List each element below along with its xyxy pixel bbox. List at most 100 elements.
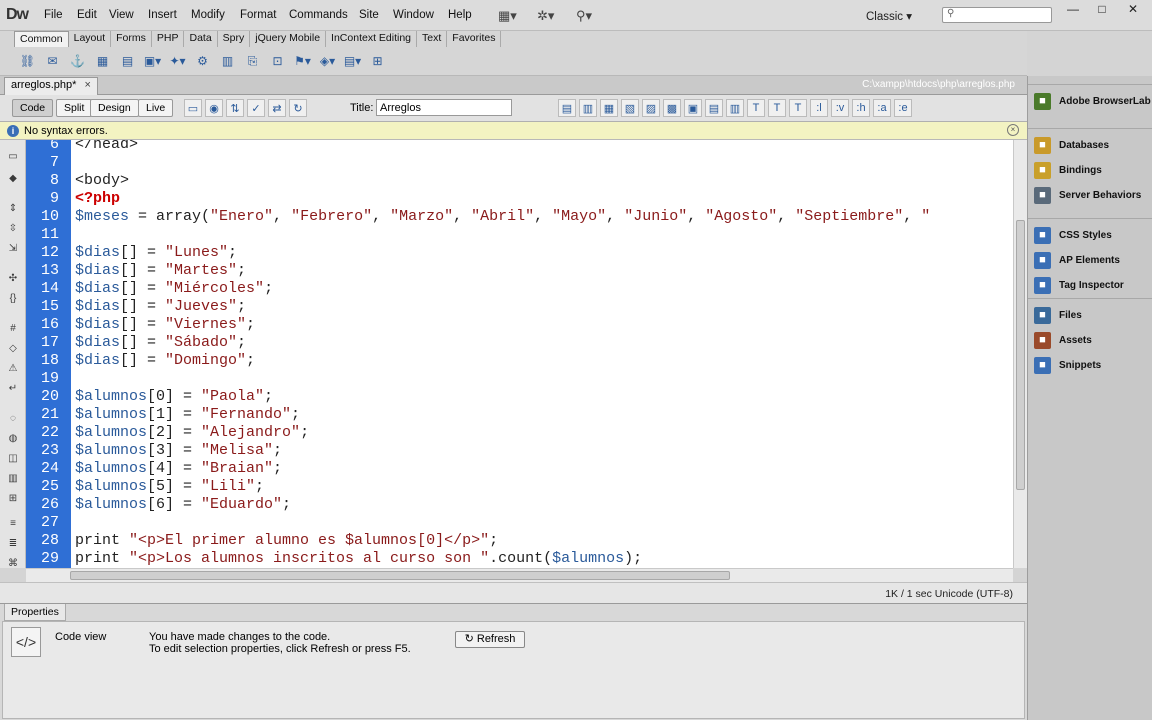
templates-icon[interactable]: ▤▾ <box>343 52 362 70</box>
multiscreen-icon[interactable]: ▭ <box>184 99 202 117</box>
panel-assets[interactable]: ■ Assets <box>1034 330 1092 350</box>
menu-help[interactable]: Help <box>448 9 472 21</box>
apply-comment-icon[interactable]: ◌ <box>4 410 22 426</box>
panel-css-styles[interactable]: ■ CSS Styles <box>1034 225 1112 245</box>
hyperlink-icon[interactable]: ⛓ <box>18 52 37 70</box>
horizontal-scroll-thumb[interactable] <box>70 571 730 580</box>
line-numbers-icon[interactable]: # <box>4 320 22 336</box>
search-input[interactable]: ⚲ <box>942 7 1052 23</box>
panel-server-behaviors[interactable]: ■ Server Behaviors <box>1034 185 1141 205</box>
panel-databases[interactable]: ■ Databases <box>1034 135 1109 155</box>
comment-icon[interactable]: ⊡ <box>268 52 287 70</box>
show-code-navigator-icon[interactable]: ▤ <box>558 99 576 117</box>
horizontal-scrollbar[interactable] <box>26 568 1013 582</box>
code-nav-e[interactable]: :e <box>894 99 912 117</box>
restore-button[interactable]: □ <box>1091 2 1113 18</box>
tab-php[interactable]: PHP <box>152 31 185 47</box>
tab-forms[interactable]: Forms <box>111 31 152 47</box>
code-line[interactable] <box>71 154 1013 172</box>
panel-adobe-browserlab[interactable]: ■ Adobe BrowserLab <box>1034 91 1151 111</box>
code-line[interactable]: $dias[] = "Lunes"; <box>71 244 1013 262</box>
div-icon[interactable]: ▤ <box>118 52 137 70</box>
tab-data[interactable]: Data <box>184 31 218 47</box>
properties-tab[interactable]: Properties <box>4 604 66 621</box>
panel-bindings[interactable]: ■ Bindings <box>1034 160 1102 180</box>
collapse-selection-icon[interactable]: ⇳ <box>4 220 22 236</box>
code-nav-l[interactable]: :l <box>810 99 828 117</box>
code-line[interactable]: $alumnos[2] = "Alejandro"; <box>71 424 1013 442</box>
code-nav-a[interactable]: :a <box>873 99 891 117</box>
code-line[interactable]: $alumnos[1] = "Fernando"; <box>71 406 1013 424</box>
code-line[interactable]: $dias[] = "Domingo"; <box>71 352 1013 370</box>
open-documents-icon[interactable]: ▥ <box>579 99 597 117</box>
recent-snippets-icon[interactable]: ▥ <box>4 470 22 486</box>
tab-incontext-editing[interactable]: InContext Editing <box>326 31 418 47</box>
show-code-navigator-icon[interactable]: ◆ <box>4 170 22 186</box>
email-link-icon[interactable]: ✉ <box>43 52 62 70</box>
preview-icon[interactable]: ◉ <box>205 99 223 117</box>
close-button[interactable]: ✕ <box>1122 2 1144 18</box>
media-icon[interactable]: ✦▾ <box>168 52 187 70</box>
select-parent-tag-icon[interactable]: ▩ <box>663 99 681 117</box>
menu-file[interactable]: File <box>44 9 63 21</box>
expand-all-icon[interactable]: ▨ <box>642 99 660 117</box>
syntax-error-alerts-icon[interactable]: ⚠ <box>4 360 22 376</box>
tag-chooser-icon[interactable]: ⊞ <box>368 52 387 70</box>
menu-edit[interactable]: Edit <box>77 9 97 21</box>
widget-icon[interactable]: ⚙ <box>193 52 212 70</box>
table-icon[interactable]: ▦ <box>93 52 112 70</box>
highlight-invalid-icon[interactable]: ▥ <box>726 99 744 117</box>
refresh-button[interactable]: ↻ Refresh <box>455 631 525 648</box>
code-line[interactable]: print "<p>El primer alumno es $alumnos[0… <box>71 532 1013 550</box>
code-view-button[interactable]: Code <box>12 99 54 117</box>
panel-snippets[interactable]: ■ Snippets <box>1034 355 1101 375</box>
code-line[interactable]: </head> <box>71 140 1013 154</box>
title-input[interactable] <box>376 99 512 116</box>
highlight-invalid-code-icon[interactable]: ◇ <box>4 340 22 356</box>
code-nav-h[interactable]: :h <box>852 99 870 117</box>
menu-commands[interactable]: Commands <box>289 9 348 21</box>
format-source-icon[interactable]: ⌘ <box>4 555 22 571</box>
live-view-button[interactable]: Live <box>138 99 174 117</box>
collapse-selection-icon[interactable]: ▧ <box>621 99 639 117</box>
layout-icon[interactable]: ▦▾ <box>498 8 517 24</box>
code-line[interactable] <box>71 226 1013 244</box>
code-line[interactable]: $dias[] = "Jueves"; <box>71 298 1013 316</box>
indent-code-icon[interactable]: ≡ <box>4 515 22 531</box>
panel-tag-inspector[interactable]: ■ Tag Inspector <box>1034 275 1124 295</box>
tab-jquery-mobile[interactable]: jQuery Mobile <box>250 31 327 47</box>
script-icon[interactable]: ◈▾ <box>318 52 337 70</box>
workspace-switcher[interactable]: Classic ▾ <box>866 9 912 23</box>
menu-format[interactable]: Format <box>240 9 276 21</box>
code-editor[interactable]: </head> <body> <?php $meses = array("Enero"… <box>71 140 1013 568</box>
vertical-scrollbar[interactable] <box>1013 140 1027 568</box>
collapse-full-tag-icon[interactable]: ⇕ <box>4 200 22 216</box>
text-indent-icon[interactable]: T <box>768 99 786 117</box>
code-line[interactable]: $alumnos[6] = "Eduardo"; <box>71 496 1013 514</box>
menu-window[interactable]: Window <box>393 9 434 21</box>
tab-common[interactable]: Common <box>14 31 69 47</box>
tab-favorites[interactable]: Favorites <box>447 31 502 47</box>
close-info-icon[interactable]: × <box>1007 124 1019 136</box>
menu-modify[interactable]: Modify <box>191 9 225 21</box>
open-documents-icon[interactable]: ▭ <box>4 148 22 164</box>
balance-braces-icon[interactable]: {} <box>4 290 22 306</box>
outdent-code-icon[interactable]: ≣ <box>4 535 22 551</box>
code-line[interactable] <box>71 370 1013 388</box>
text-outdent-icon[interactable]: T <box>789 99 807 117</box>
balance-braces-icon[interactable]: ▣ <box>684 99 702 117</box>
code-line[interactable]: $dias[] = "Miércoles"; <box>71 280 1013 298</box>
code-line[interactable]: <?php <box>71 190 1013 208</box>
minimize-button[interactable]: — <box>1062 2 1084 18</box>
site-icon[interactable]: ⚲▾ <box>576 8 592 24</box>
panel-ap-elements[interactable]: ■ AP Elements <box>1034 250 1120 270</box>
code-line[interactable]: <body> <box>71 172 1013 190</box>
close-icon[interactable]: × <box>84 79 90 91</box>
panel-files[interactable]: ■ Files <box>1034 305 1082 325</box>
collapse-tag-icon[interactable]: ▦ <box>600 99 618 117</box>
text-format-icon[interactable]: T <box>747 99 765 117</box>
design-view-button[interactable]: Design <box>90 99 139 117</box>
code-line[interactable] <box>71 514 1013 532</box>
server-include-icon[interactable]: ⎘ <box>243 52 262 70</box>
menu-site[interactable]: Site <box>359 9 379 21</box>
